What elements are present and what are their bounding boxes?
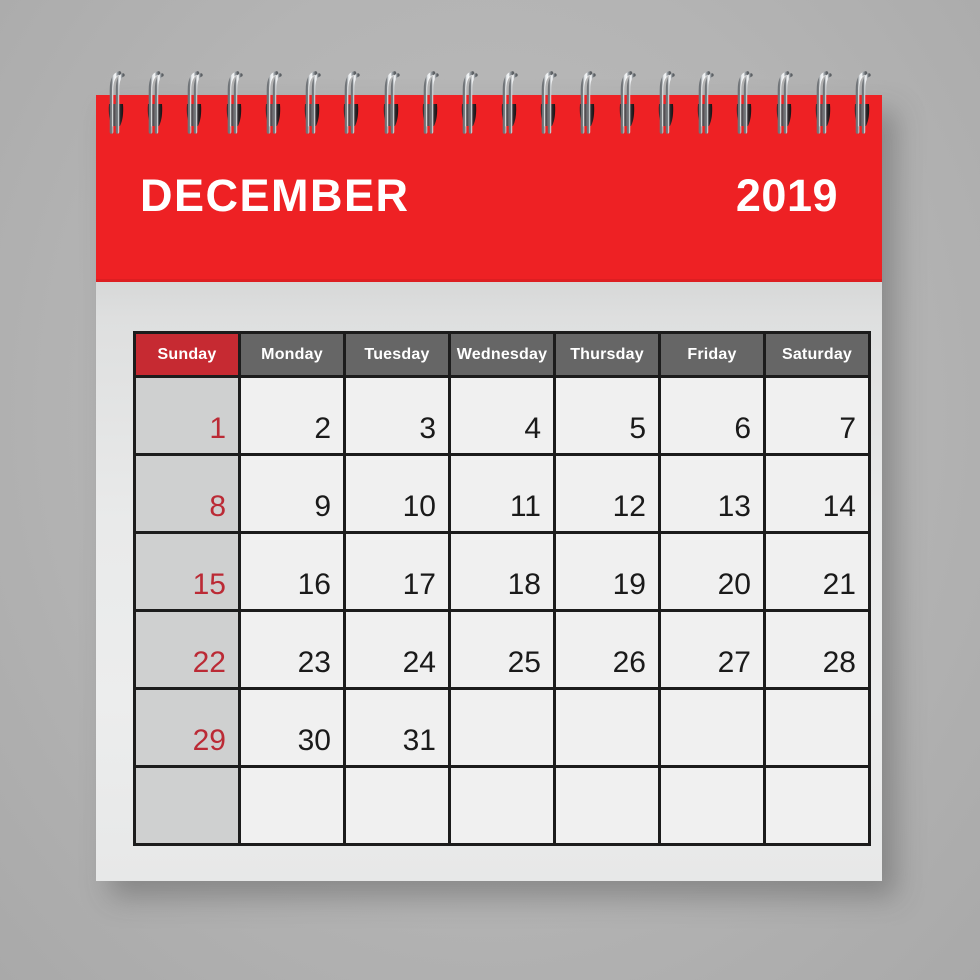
calendar-day-cell[interactable]: 18 (448, 531, 556, 612)
calendar-day-cell[interactable]: 16 (238, 531, 346, 612)
calendar-week-row: 1234567 (133, 375, 871, 456)
calendar-day-cell-empty[interactable] (658, 765, 766, 846)
calendar-day-cell-empty[interactable] (448, 687, 556, 768)
calendar-day-cell[interactable]: 1 (133, 375, 241, 456)
calendar-day-cell-empty[interactable] (763, 765, 871, 846)
calendar-day-cell[interactable]: 27 (658, 609, 766, 690)
calendar-day-cell-empty[interactable] (448, 765, 556, 846)
calendar-day-cell[interactable]: 14 (763, 453, 871, 534)
calendar-week-row: 15 16 17 18 19 20 21 (133, 531, 871, 612)
calendar-day-cell[interactable]: 2 (238, 375, 346, 456)
calendar-day-cell[interactable]: 31 (343, 687, 451, 768)
calendar-day-cell[interactable]: 10 (343, 453, 451, 534)
calendar-day-cell[interactable]: 26 (553, 609, 661, 690)
calendar-grid: Sunday Monday Tuesday Wednesday Thursday Frid… (133, 331, 871, 846)
calendar-day-cell-empty[interactable] (658, 687, 766, 768)
calendar-day-cell[interactable]: 12 (553, 453, 661, 534)
calendar-day-cell-empty[interactable] (763, 687, 871, 768)
weekday-header-sunday: Sunday (133, 331, 241, 378)
calendar-day-cell[interactable]: 28 (763, 609, 871, 690)
calendar-day-cell-empty[interactable] (238, 765, 346, 846)
calendar-day-cell[interactable]: 29 (133, 687, 241, 768)
calendar-week-row (133, 765, 871, 846)
calendar-day-cell[interactable]: 23 (238, 609, 346, 690)
calendar-day-cell[interactable]: 20 (658, 531, 766, 612)
calendar-day-cell[interactable]: 6 (658, 375, 766, 456)
calendar-day-cell[interactable]: 3 (343, 375, 451, 456)
calendar-day-cell[interactable]: 17 (343, 531, 451, 612)
calendar-day-cell[interactable]: 25 (448, 609, 556, 690)
weekday-header-thursday: Thursday (553, 331, 661, 378)
calendar-day-cell[interactable]: 7 (763, 375, 871, 456)
weekday-header-friday: Friday (658, 331, 766, 378)
weekday-header-wednesday: Wednesday (448, 331, 556, 378)
calendar-day-cell[interactable]: 21 (763, 531, 871, 612)
calendar-day-cell[interactable]: 5 (553, 375, 661, 456)
calendar-day-cell[interactable]: 8 (133, 453, 241, 534)
calendar-week-row: 22 23 24 25 26 27 28 (133, 609, 871, 690)
weekday-header-saturday: Saturday (763, 331, 871, 378)
weekday-header-row: Sunday Monday Tuesday Wednesday Thursday Frid… (133, 331, 871, 378)
calendar-day-cell[interactable]: 24 (343, 609, 451, 690)
weekday-header-tuesday: Tuesday (343, 331, 451, 378)
calendar-weeks: 1 2 3 4 5 6 7 8 9 10 11 12 13 14 15 16 17 18 19 20 21 22 23 24 2… (133, 375, 871, 846)
month-name: DECEMBER (140, 170, 410, 221)
calendar-day-cell[interactable]: 30 (238, 687, 346, 768)
calendar-day-cell-empty[interactable] (343, 765, 451, 846)
calendar-day-cell[interactable]: 4 (448, 375, 556, 456)
calendar-day-cell[interactable]: 15 (133, 531, 241, 612)
calendar-day-cell[interactable]: 9 (238, 453, 346, 534)
calendar-day-cell[interactable]: 13 (658, 453, 766, 534)
weekday-header-monday: Monday (238, 331, 346, 378)
calendar-day-cell-empty[interactable] (133, 765, 241, 846)
month-banner: DECEMBER 2019 (96, 95, 882, 282)
calendar-week-row: 8 9 10 11 12 13 14 (133, 453, 871, 534)
calendar-day-cell[interactable]: 19 (553, 531, 661, 612)
page-background: DECEMBER 2019 Sunday Monday Tuesday Wednesd… (0, 0, 980, 980)
year-label: 2019 (735, 170, 838, 221)
calendar-day-cell-empty[interactable] (553, 687, 661, 768)
calendar-day-cell-empty[interactable] (553, 765, 661, 846)
calendar-day-cell[interactable]: 11 (448, 453, 556, 534)
calendar-day-cell[interactable]: 22 (133, 609, 241, 690)
calendar-week-row: 29 30 31 (133, 687, 871, 768)
